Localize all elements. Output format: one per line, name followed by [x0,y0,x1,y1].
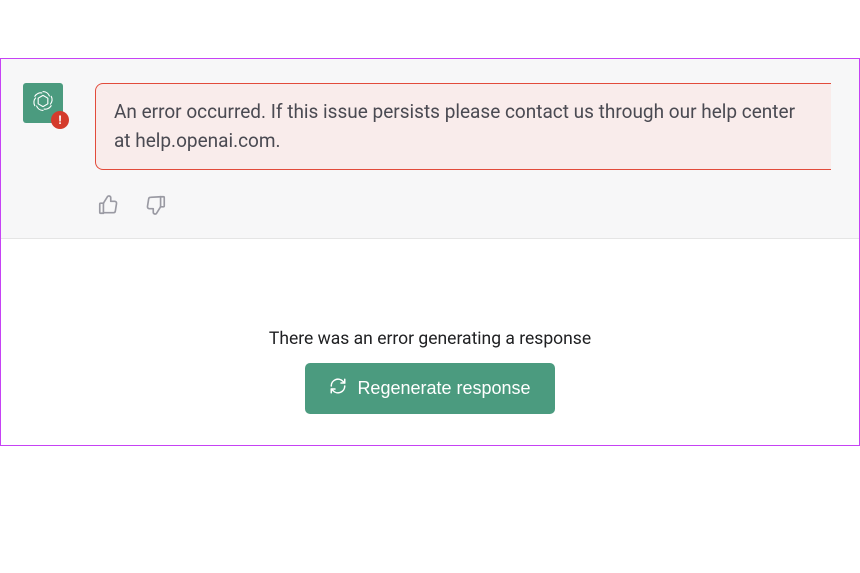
thumbs-up-button[interactable] [95,194,121,220]
refresh-icon [329,377,347,400]
regenerate-response-button[interactable]: Regenerate response [305,363,554,414]
thumbs-up-icon [97,194,119,220]
assistant-avatar-wrap: ! [23,83,63,123]
thumbs-down-button[interactable] [143,194,169,220]
thumbs-down-icon [145,194,167,220]
feedback-row [95,194,859,220]
assistant-message-row: ! An error occurred. If this issue persi… [1,59,859,239]
error-notice-text: There was an error generating a response [1,329,859,349]
error-message-box: An error occurred. If this issue persist… [95,83,831,170]
chat-frame: ! An error occurred. If this issue persi… [0,58,860,446]
error-footer: There was an error generating a response… [1,329,859,414]
regenerate-button-label: Regenerate response [357,378,530,399]
error-message-text: An error occurred. If this issue persist… [114,100,795,152]
error-badge-icon: ! [51,111,69,129]
